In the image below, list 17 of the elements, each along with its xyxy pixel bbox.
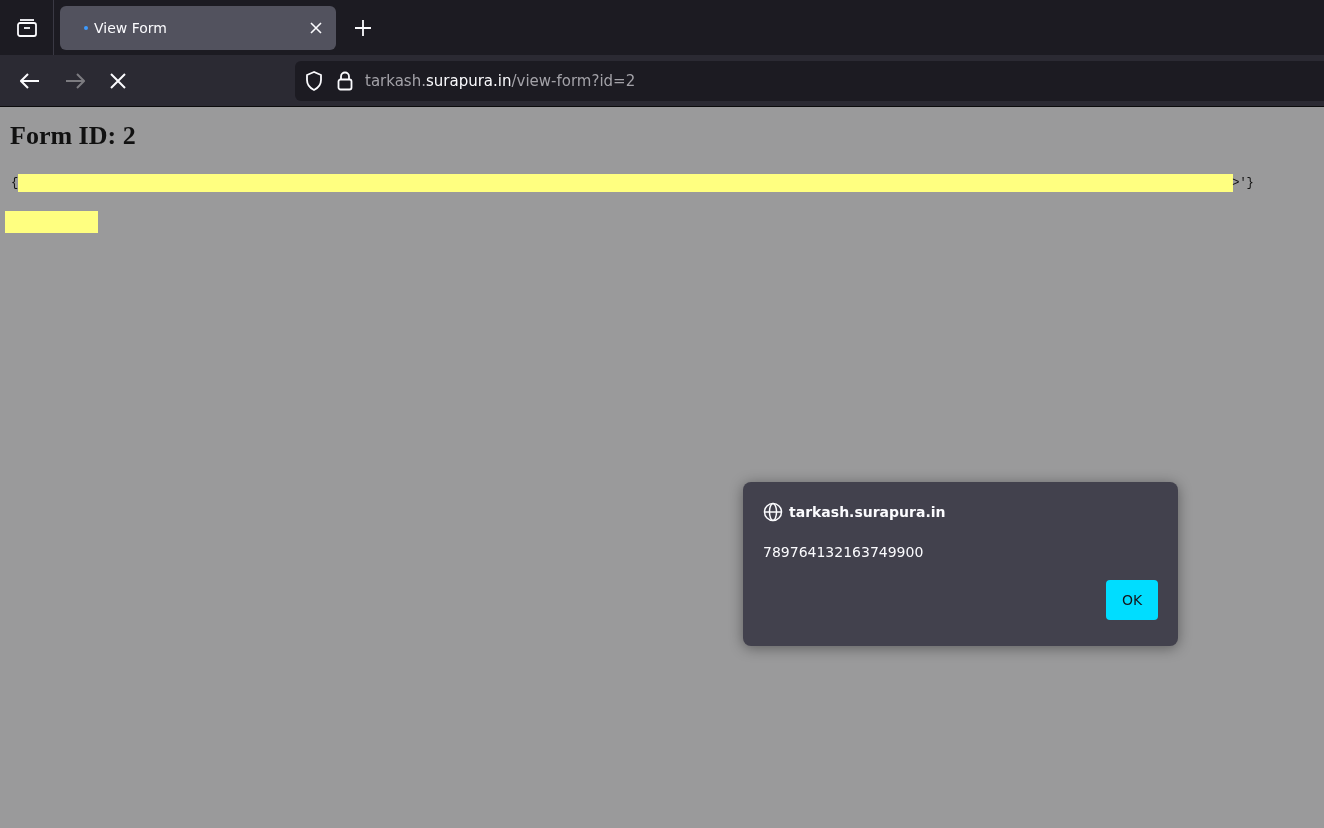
globe-icon [763, 502, 783, 522]
address-bar[interactable]: tarkash.surapura.in/view-form?id=2 [295, 60, 1324, 101]
tab-tray-icon[interactable] [15, 17, 38, 38]
back-icon[interactable] [20, 72, 40, 89]
shield-icon [305, 70, 323, 91]
code-text: { [11, 176, 19, 190]
page-heading: Form ID: 2 [10, 121, 137, 151]
browser-tab[interactable]: View Form [60, 5, 336, 50]
stop-icon[interactable] [110, 72, 126, 89]
dialog-message: 789764132163749900 [763, 544, 925, 560]
lock-icon [337, 70, 353, 91]
forward-icon[interactable] [65, 72, 85, 89]
dialog-origin: tarkash.surapura.in [789, 504, 946, 520]
ok-button[interactable]: OK [1106, 580, 1158, 620]
new-tab-icon[interactable] [355, 19, 371, 36]
close-icon[interactable] [310, 21, 322, 34]
code-text: >'} [1232, 176, 1254, 190]
